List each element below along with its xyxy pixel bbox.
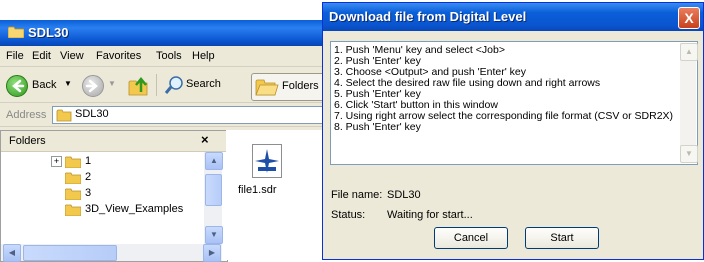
folders-label: Folders bbox=[282, 80, 319, 92]
address-value: SDL30 bbox=[75, 108, 109, 120]
search-label: Search bbox=[186, 78, 221, 90]
up-folder-icon[interactable] bbox=[128, 76, 150, 96]
file-name-field-value: SDL30 bbox=[387, 189, 421, 201]
explorer-title-bar[interactable]: SDL30 bbox=[0, 20, 322, 46]
scroll-up-icon[interactable]: ▲ bbox=[205, 152, 223, 170]
address-field[interactable]: SDL30 bbox=[52, 106, 326, 124]
scroll-up-icon[interactable]: ▲ bbox=[680, 43, 698, 61]
menu-edit[interactable]: Edit bbox=[32, 50, 51, 62]
back-dropdown-icon[interactable]: ▼ bbox=[64, 79, 72, 88]
folders-horizontal-scrollbar[interactable]: ◀ ▶ bbox=[1, 244, 222, 262]
scroll-down-icon[interactable]: ▼ bbox=[205, 226, 223, 244]
folder-icon bbox=[65, 172, 81, 184]
dialog-title-bar[interactable]: Download file from Digital Level X bbox=[323, 3, 703, 31]
tree-label: 1 bbox=[85, 155, 92, 167]
file-name-field-label: File name: bbox=[331, 189, 383, 201]
scroll-down-icon[interactable]: ▼ bbox=[680, 145, 698, 163]
forward-arrow-icon bbox=[82, 75, 104, 97]
back-label: Back bbox=[32, 79, 57, 91]
folders-pane: Folders × + 1 2 3 3D_View_Examples + 4 ▲ bbox=[0, 130, 228, 262]
menu-bar: File Edit View Favorites Tools Help bbox=[0, 46, 322, 67]
menu-file[interactable]: File bbox=[6, 50, 24, 62]
folders-pane-title: Folders bbox=[9, 135, 46, 147]
download-dialog: Download file from Digital Level X 1. Pu… bbox=[322, 2, 704, 260]
folder-icon bbox=[65, 156, 81, 168]
dialog-title: Download file from Digital Level bbox=[329, 9, 527, 24]
scroll-right-icon[interactable]: ▶ bbox=[203, 244, 221, 262]
start-button[interactable]: Start bbox=[525, 227, 599, 249]
status-label: Status: bbox=[331, 209, 366, 221]
tree-label: 3D_View_Examples bbox=[85, 203, 184, 215]
back-arrow-icon bbox=[6, 75, 28, 97]
forward-dropdown-icon[interactable]: ▼ bbox=[108, 79, 116, 88]
tree-label: 3 bbox=[85, 187, 92, 199]
sdl-folder-icon bbox=[56, 109, 72, 122]
scroll-thumb[interactable] bbox=[205, 174, 222, 206]
address-label: Address bbox=[6, 109, 47, 121]
folders-pane-header: Folders × bbox=[1, 131, 227, 152]
menu-help[interactable]: Help bbox=[192, 50, 215, 62]
folders-vertical-scrollbar[interactable]: ▲ ▼ bbox=[204, 152, 223, 244]
explorer-window: SDL30 File Edit View Favorites Tools Hel… bbox=[0, 20, 328, 262]
file-name-label[interactable]: file1.sdr bbox=[238, 184, 277, 196]
close-button[interactable]: X bbox=[678, 7, 700, 29]
scroll-left-icon[interactable]: ◀ bbox=[3, 244, 21, 262]
sdr-file-icon[interactable] bbox=[252, 144, 282, 178]
folders-icon bbox=[255, 79, 279, 96]
scroll-thumb[interactable] bbox=[23, 245, 117, 261]
instruction-line: 8. Push 'Enter' key bbox=[334, 121, 421, 133]
menu-tools[interactable]: Tools bbox=[156, 50, 182, 62]
menu-view[interactable]: View bbox=[60, 50, 84, 62]
folder-icon bbox=[65, 188, 81, 200]
search-icon bbox=[164, 76, 183, 94]
window-title: SDL30 bbox=[28, 25, 69, 40]
toolbar: Back ▼ ▼ Search Folders bbox=[0, 68, 328, 103]
instructions-box[interactable]: 1. Push 'Menu' key and select <Job> 2. P… bbox=[330, 41, 698, 165]
folder-icon bbox=[65, 204, 81, 216]
cancel-button[interactable]: Cancel bbox=[434, 227, 508, 249]
file-list-pane: file1.sdr bbox=[226, 130, 322, 260]
folders-button[interactable]: Folders bbox=[251, 73, 328, 101]
instructions-scrollbar[interactable]: ▲ ▼ bbox=[680, 43, 698, 163]
tree-label: 2 bbox=[85, 171, 92, 183]
expand-icon[interactable]: + bbox=[51, 156, 62, 167]
address-bar: Address SDL30 bbox=[0, 104, 326, 127]
close-icon[interactable]: × bbox=[201, 132, 209, 147]
status-value: Waiting for start... bbox=[387, 209, 473, 221]
menu-favorites[interactable]: Favorites bbox=[96, 50, 141, 62]
folder-icon bbox=[8, 26, 24, 38]
toolbar-separator bbox=[156, 74, 157, 96]
